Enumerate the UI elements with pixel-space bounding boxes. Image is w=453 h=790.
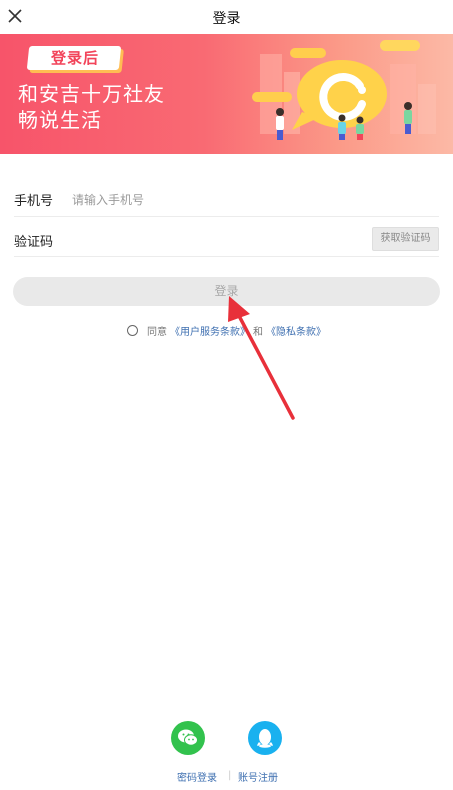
promo-banner: 登录后 和安吉十万社友 畅说生活 [0,34,453,154]
code-label: 验证码 [14,235,54,250]
terms-link[interactable]: 《用户服务条款》 [170,323,250,338]
wechat-icon [178,729,198,746]
banner-subheadline: 畅说生活 [18,108,102,132]
password-login-link[interactable]: 密码登录 [177,769,217,784]
qq-icon [257,729,273,748]
login-button[interactable]: 登录 [13,277,440,306]
agree-prefix: 同意 [147,327,167,338]
banner-headline: 和安吉十万社友 [18,82,165,106]
agree-radio[interactable] [127,325,138,336]
phone-label: 手机号 [14,194,54,209]
page-title: 登录 [212,11,241,27]
bottom-separator: | [228,770,232,781]
agreement-row: 同意 《用户服务条款》 和 《隐私条款》 [0,323,453,339]
get-code-button[interactable]: 获取验证码 [372,227,439,251]
agree-and: 和 [253,327,263,338]
banner-illustration [252,40,436,140]
register-link[interactable]: 账号注册 [238,769,278,784]
code-row: 验证码 获取验证码 [14,225,439,257]
wechat-login-button[interactable] [171,721,205,755]
phone-row: 手机号 [14,184,439,217]
top-bar: 登录 [0,0,453,34]
privacy-link[interactable]: 《隐私条款》 [266,323,326,338]
qq-login-button[interactable] [248,721,282,755]
phone-input[interactable] [70,184,374,216]
code-input[interactable] [70,225,364,257]
banner-badge-text: 登录后 [50,49,99,67]
